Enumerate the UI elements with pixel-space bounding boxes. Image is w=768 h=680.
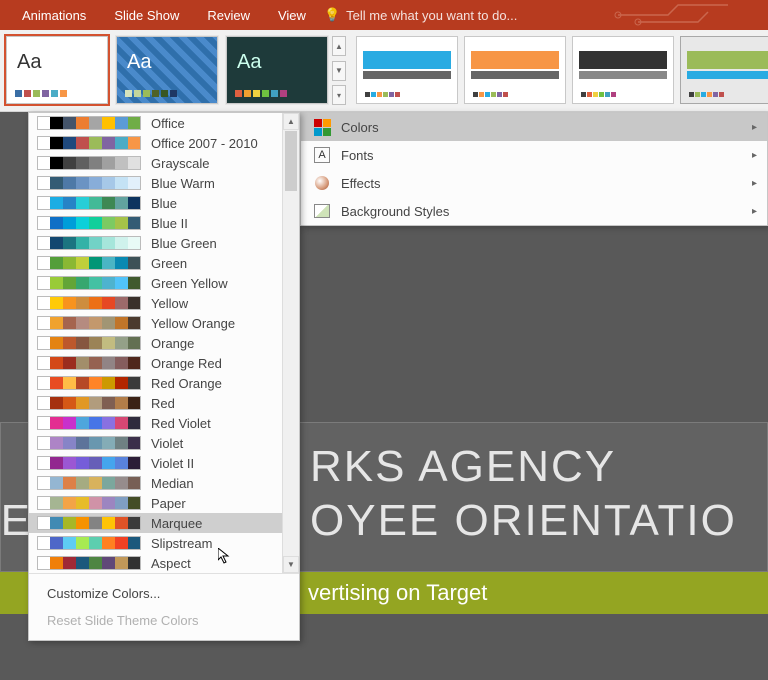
reset-theme-colors: Reset Slide Theme Colors <box>29 607 299 634</box>
ribbon-tabs: Animations Slide Show Review View 💡 Tell… <box>0 0 768 30</box>
color-scheme-label: Blue Green <box>151 236 217 251</box>
slide-subtitle: vertising on Target <box>308 580 487 606</box>
color-scheme-green[interactable]: Green <box>29 253 299 273</box>
color-scheme-label: Blue <box>151 196 177 211</box>
scroll-down-button[interactable]: ▼ <box>283 556 299 573</box>
color-scheme-label: Median <box>151 476 194 491</box>
color-scheme-label: Paper <box>151 496 186 511</box>
theme-thumb-2[interactable]: Aa <box>226 36 328 104</box>
color-scheme-office[interactable]: Office <box>29 113 299 133</box>
color-scheme-label: Office <box>151 116 185 131</box>
flyout-item-fonts[interactable]: A Fonts ▸ <box>301 141 767 169</box>
color-scheme-paper[interactable]: Paper <box>29 493 299 513</box>
color-scheme-median[interactable]: Median <box>29 473 299 493</box>
color-scheme-orange-red[interactable]: Orange Red <box>29 353 299 373</box>
customize-colors[interactable]: Customize Colors... <box>29 580 299 607</box>
color-scheme-blue[interactable]: Blue <box>29 193 299 213</box>
color-scheme-marquee[interactable]: Marquee <box>29 513 299 533</box>
color-scheme-yellow-orange[interactable]: Yellow Orange <box>29 313 299 333</box>
flyout-item-colors[interactable]: Colors ▸ <box>301 113 767 141</box>
chevron-right-icon: ▸ <box>752 178 757 189</box>
color-scheme-aspect[interactable]: Aspect <box>29 553 299 573</box>
color-scheme-label: Office 2007 - 2010 <box>151 136 258 151</box>
chevron-right-icon: ▸ <box>752 206 757 217</box>
slide-title-line1: RKS AGENCY <box>310 442 616 492</box>
variant-thumb-3[interactable] <box>680 36 768 104</box>
color-scheme-red[interactable]: Red <box>29 393 299 413</box>
scroll-thumb[interactable] <box>285 131 297 191</box>
variant-thumb-1[interactable] <box>464 36 566 104</box>
color-scheme-label: Red <box>151 396 175 411</box>
tab-animations[interactable]: Animations <box>8 0 100 30</box>
color-scheme-orange[interactable]: Orange <box>29 333 299 353</box>
color-scheme-blue-warm[interactable]: Blue Warm <box>29 173 299 193</box>
scroll-up-button[interactable]: ▲ <box>283 113 299 130</box>
ribbon-decor <box>608 0 768 30</box>
flyout-label: Fonts <box>341 148 374 163</box>
color-scheme-label: Aspect <box>151 556 191 571</box>
chevron-right-icon: ▸ <box>752 150 757 161</box>
chevron-right-icon: ▸ <box>752 122 757 133</box>
theme-scroll-up[interactable]: ▲ <box>332 36 346 56</box>
variant-gallery <box>346 30 768 111</box>
theme-gallery-spinner: ▲ ▼ ▾ <box>332 30 346 111</box>
flyout-label: Colors <box>341 120 379 135</box>
color-scheme-label: Violet <box>151 436 183 451</box>
color-scheme-label: Green <box>151 256 187 271</box>
color-list-scrollbar[interactable]: ▲ ▼ <box>282 113 299 573</box>
color-scheme-grayscale[interactable]: Grayscale <box>29 153 299 173</box>
lightbulb-icon: 💡 <box>324 7 340 23</box>
color-scheme-label: Yellow Orange <box>151 316 235 331</box>
color-scheme-label: Marquee <box>151 516 202 531</box>
color-scheme-label: Blue Warm <box>151 176 215 191</box>
color-scheme-blue-ii[interactable]: Blue II <box>29 213 299 233</box>
color-scheme-label: Red Violet <box>151 416 211 431</box>
color-scheme-list: Office Office 2007 - 2010 Grayscale Blue Wa… <box>29 113 299 573</box>
color-scheme-violet[interactable]: Violet <box>29 433 299 453</box>
theme-thumb-0[interactable]: Aa <box>6 36 108 104</box>
variant-thumb-0[interactable] <box>356 36 458 104</box>
tell-me-search[interactable]: 💡 Tell me what you want to do... <box>324 7 517 23</box>
theme-scroll-down[interactable]: ▼ <box>332 61 346 81</box>
color-scheme-label: Blue II <box>151 216 188 231</box>
color-scheme-slipstream[interactable]: Slipstream <box>29 533 299 553</box>
color-scheme-yellow[interactable]: Yellow <box>29 293 299 313</box>
color-scheme-label: Grayscale <box>151 156 210 171</box>
flyout-label: Effects <box>341 176 381 191</box>
fonts-icon: A <box>313 146 331 164</box>
tab-view[interactable]: View <box>264 0 320 30</box>
flyout-label: Background Styles <box>341 204 449 219</box>
colors-icon <box>313 118 331 136</box>
color-scheme-label: Green Yellow <box>151 276 228 291</box>
color-scheme-label: Yellow <box>151 296 188 311</box>
color-menu-footer: Customize Colors... Reset Slide Theme Co… <box>29 573 299 640</box>
slide-title-line2: OYEE ORIENTATIO <box>310 496 737 546</box>
slide-title-cut-letter: E <box>0 496 30 546</box>
color-scheme-label: Violet II <box>151 456 194 471</box>
theme-gallery: AaAaAa <box>0 30 328 111</box>
tab-review[interactable]: Review <box>193 0 264 30</box>
color-scheme-green-yellow[interactable]: Green Yellow <box>29 273 299 293</box>
theme-more[interactable]: ▾ <box>332 85 346 105</box>
color-scheme-label: Red Orange <box>151 376 222 391</box>
color-scheme-red-orange[interactable]: Red Orange <box>29 373 299 393</box>
color-scheme-label: Slipstream <box>151 536 212 551</box>
color-scheme-red-violet[interactable]: Red Violet <box>29 413 299 433</box>
effects-icon <box>313 174 331 192</box>
color-scheme-office-2007-2010[interactable]: Office 2007 - 2010 <box>29 133 299 153</box>
color-scheme-label: Orange <box>151 336 194 351</box>
variant-thumb-2[interactable] <box>572 36 674 104</box>
theme-thumb-1[interactable]: Aa <box>116 36 218 104</box>
color-scheme-violet-ii[interactable]: Violet II <box>29 453 299 473</box>
variants-flyout: Colors ▸ A Fonts ▸ Effects ▸ Background Styles ▸ <box>300 112 768 226</box>
tell-me-placeholder: Tell me what you want to do... <box>346 8 517 23</box>
tab-slide-show[interactable]: Slide Show <box>100 0 193 30</box>
bg-icon <box>313 202 331 220</box>
colors-submenu: Office Office 2007 - 2010 Grayscale Blue Wa… <box>28 112 300 641</box>
color-scheme-blue-green[interactable]: Blue Green <box>29 233 299 253</box>
flyout-item-background-styles[interactable]: Background Styles ▸ <box>301 197 767 225</box>
flyout-item-effects[interactable]: Effects ▸ <box>301 169 767 197</box>
ribbon-body: AaAaAa ▲ ▼ ▾ ▲ ▼ ▾ <box>0 30 768 112</box>
color-scheme-label: Orange Red <box>151 356 222 371</box>
